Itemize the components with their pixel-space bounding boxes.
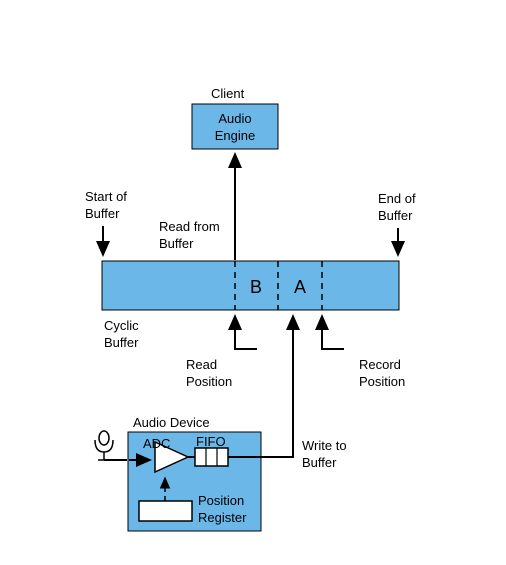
fifo-label: FIFO [196,434,226,449]
diagram-root: Client Audio Engine Start of Buffer End … [0,0,506,565]
audio-engine-text-1: Audio [218,111,251,126]
region-a: A [294,277,306,297]
position-register-box [139,501,192,521]
audio-engine-text-2: Engine [215,128,255,143]
read-from-buffer-2: Buffer [159,236,194,251]
end-of-buffer-1: End of [378,191,416,206]
client-label: Client [211,86,245,101]
read-position-2: Position [186,374,232,389]
audio-device-label: Audio Device [133,415,210,430]
start-of-buffer-2: Buffer [85,206,120,221]
cyclic-buffer-1: Cyclic [104,318,139,333]
cyclic-buffer-2: Buffer [104,335,139,350]
read-from-buffer-1: Read from [159,219,220,234]
record-position-1: Record [359,357,401,372]
record-position-2: Position [359,374,405,389]
region-b: B [250,277,262,297]
position-register-1: Position [198,493,244,508]
start-of-buffer-1: Start of [85,189,127,204]
adc-label: ADC [143,436,170,451]
microphone-icon [95,431,113,460]
write-to-buffer-1: Write to [302,438,347,453]
read-position-1: Read [186,357,217,372]
write-to-buffer-2: Buffer [302,455,337,470]
position-register-2: Register [198,510,247,525]
fifo-box [195,448,228,466]
end-of-buffer-2: Buffer [378,208,413,223]
